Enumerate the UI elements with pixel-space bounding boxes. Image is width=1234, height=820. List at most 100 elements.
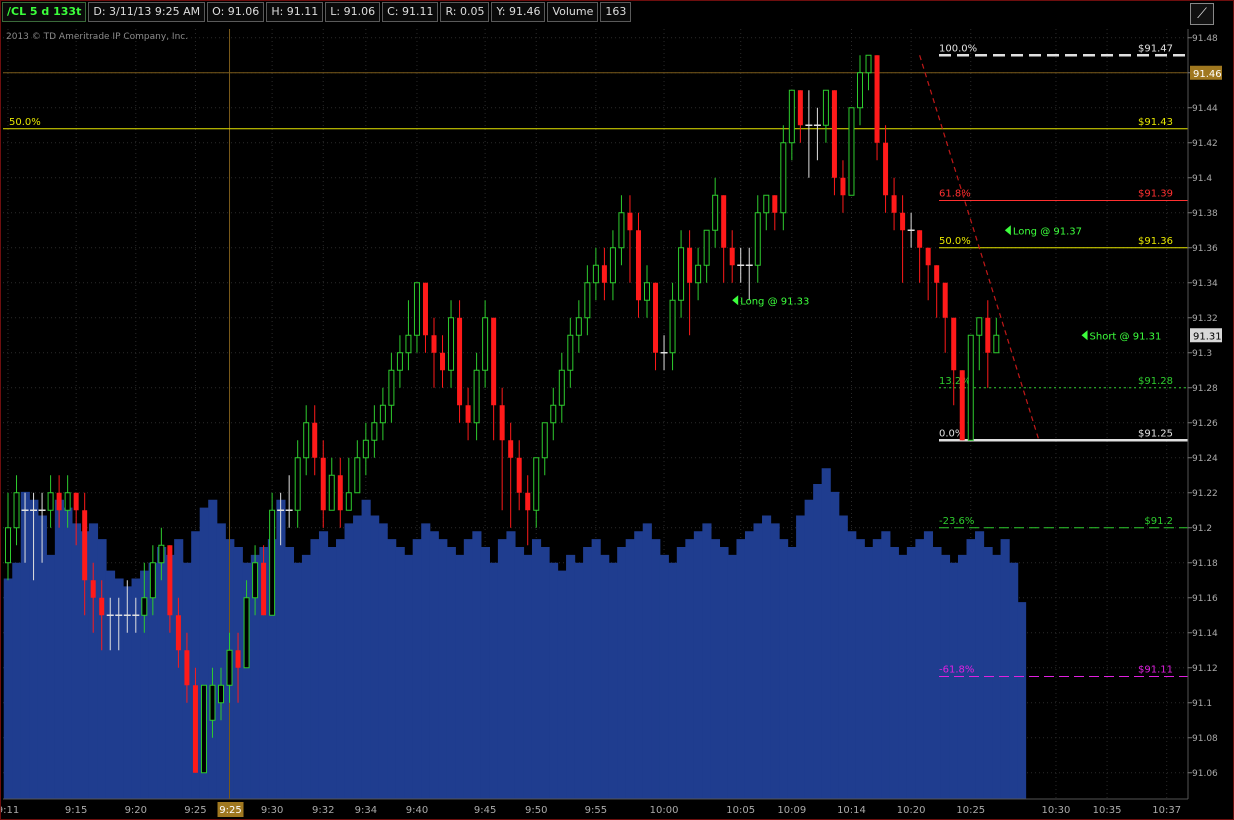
candle-body	[269, 509, 276, 616]
volume-bar	[54, 499, 64, 799]
candle-body	[874, 55, 880, 143]
volume-bar	[830, 491, 840, 799]
candle-body	[379, 404, 386, 424]
open-label: O: 91.06	[207, 2, 265, 22]
volume-bar	[872, 539, 882, 799]
fib-level-price: $91.25	[1138, 428, 1173, 439]
volume-bar	[1017, 602, 1027, 799]
volume-bar	[531, 539, 542, 799]
x-tick-label: 9:40	[406, 805, 428, 816]
candle-body	[644, 282, 650, 301]
price-chart[interactable]: 50.0% 100.0% $91.47 61.8% $91.39 50.0% $91.36 1…	[1, 1, 1233, 819]
candle-body	[891, 195, 897, 213]
candle-body	[328, 474, 335, 511]
candle-body	[167, 545, 173, 616]
volume-bar	[915, 539, 925, 799]
candle-body	[457, 317, 463, 406]
candle-body	[840, 177, 846, 196]
candle-body	[627, 212, 633, 231]
candle-body	[976, 317, 983, 336]
volume-bar	[46, 554, 56, 799]
x-tick-label: 9:55	[585, 805, 607, 816]
candle-body	[721, 195, 727, 248]
candle-body	[942, 282, 948, 318]
y-tick-label: 91.3	[1192, 349, 1212, 359]
candle-body	[865, 54, 872, 74]
candle-body	[925, 247, 931, 266]
volume-value: 163	[600, 2, 632, 22]
volume-bar	[489, 562, 499, 799]
candle-body	[533, 457, 540, 511]
candle-body	[184, 650, 190, 686]
trade-marker-icon[interactable]	[1081, 330, 1088, 341]
volume-bar	[157, 547, 167, 799]
volume-bar	[583, 547, 593, 799]
y-tick-label: 91.26	[1192, 419, 1218, 429]
candle-body	[5, 527, 11, 564]
volume-bar	[387, 539, 397, 799]
fib-level-percent: 13.2%	[939, 376, 971, 387]
chart-window: 50.0% 100.0% $91.47 61.8% $91.39 50.0% $91.36 1…	[0, 0, 1234, 820]
x-tick-label: 10:05	[726, 805, 755, 816]
y-tick-label: 91.22	[1192, 489, 1218, 499]
candle-body	[848, 107, 855, 196]
volume-bar	[549, 562, 559, 799]
range-label: R: 0.05	[440, 2, 490, 22]
volume-bar	[634, 531, 644, 799]
volume-bar	[344, 523, 354, 799]
volume-bar	[753, 523, 763, 799]
y-tick-label: 91.24	[1192, 454, 1218, 464]
candle-body	[303, 422, 310, 459]
candle-body	[482, 317, 489, 371]
x-tick-label: 9:34	[355, 805, 377, 816]
candle-body	[320, 457, 326, 511]
candle-body	[345, 492, 352, 511]
volume-bar	[591, 539, 601, 799]
volume-bar	[923, 531, 934, 799]
candle-body	[695, 264, 702, 284]
candle-body	[413, 282, 420, 336]
trade-marker-icon[interactable]	[732, 295, 739, 306]
candle-body	[900, 212, 906, 231]
candle-body	[653, 282, 659, 353]
candle-body	[82, 510, 88, 581]
volume-bar	[668, 562, 678, 799]
x-tick-label: 9:15	[65, 805, 87, 816]
candle-body	[362, 439, 369, 459]
volume-bar	[975, 531, 985, 799]
volume-bar	[412, 539, 422, 799]
volume-bar	[370, 515, 380, 799]
fib-level-price: $91.11	[1138, 665, 1173, 676]
candle-body	[465, 405, 471, 423]
candle-body	[431, 335, 437, 353]
symbol-label[interactable]: /CL 5 d 133t	[2, 2, 87, 22]
volume-bar	[557, 570, 567, 799]
fib-label-wide: 50.0%	[9, 117, 41, 128]
volume-bar	[796, 515, 806, 799]
volume-bar	[353, 515, 363, 799]
volume-bar	[3, 578, 13, 799]
candle-body	[967, 334, 974, 441]
candle-body	[703, 229, 710, 266]
candle-body	[951, 317, 957, 371]
volume-bar	[472, 531, 482, 799]
volume-bar	[497, 539, 508, 799]
candle-body	[754, 212, 761, 266]
x-tick-label: 9:30	[261, 805, 283, 816]
candle-body	[354, 457, 361, 494]
candle-body	[575, 317, 582, 336]
volume-bar	[523, 554, 533, 799]
trade-marker-icon[interactable]	[1004, 225, 1011, 236]
volume-bar	[813, 484, 823, 799]
candle-body	[64, 492, 71, 511]
candle-body	[294, 457, 301, 511]
candle-body	[491, 317, 497, 406]
drawing-tool-icon[interactable]: ⟋	[1190, 3, 1214, 25]
volume-bar	[174, 539, 184, 799]
volume-bar	[284, 547, 295, 799]
price-badge-label: 91.46	[1193, 69, 1222, 80]
volume-bar	[855, 539, 865, 799]
trade-label: Long @ 91.33	[740, 296, 809, 307]
x-tick-label: 10:37	[1152, 805, 1181, 816]
quote-header: /CL 5 d 133t D: 3/11/13 9:25 AM O: 91.06…	[2, 2, 633, 22]
